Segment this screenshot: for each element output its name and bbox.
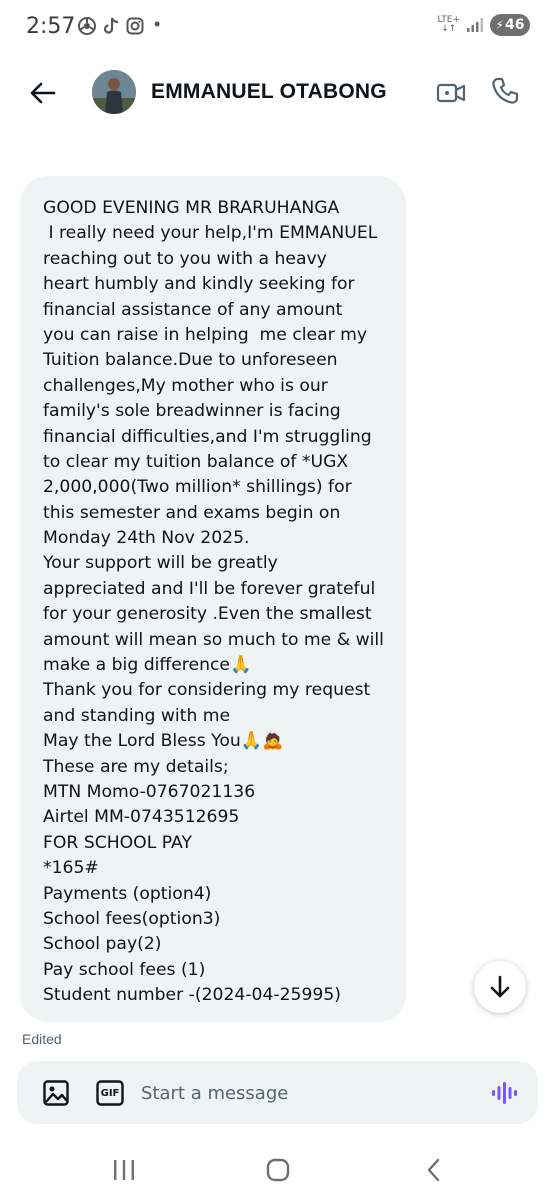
message-line: Airtel MM-0743512695 [43, 807, 240, 828]
status-system-icons: LTE+ ↓↑ ⚡ 46 [438, 14, 530, 36]
conversation-header: EMMANUEL OTABONG [0, 62, 554, 122]
network-type: LTE+ ↓↑ [438, 16, 461, 34]
message-line: amount will mean so much to me & will [43, 629, 384, 650]
message-line: Tuition balance.Due to unforeseen [43, 350, 338, 371]
video-call-icon[interactable] [436, 78, 466, 108]
message-bubble[interactable]: GOOD EVENING MR BRARUHANGA I really need… [20, 176, 406, 1022]
image-icon[interactable] [42, 1079, 70, 1107]
battery-charging-icon: ⚡ [495, 18, 504, 32]
instagram-icon [126, 17, 144, 35]
message-line: GOOD EVENING MR BRARUHANGA [43, 198, 340, 218]
message-line: Your support will be greatly [43, 553, 278, 574]
message-line: you can raise in helping me clear my [43, 324, 368, 345]
scroll-to-bottom-button[interactable] [474, 961, 526, 1013]
status-bar: 2:57 • LTE+ ↓↑ ⚡ 46 [0, 0, 554, 52]
message-line: Thank you for considering my request [43, 680, 371, 701]
system-navigation-bar [0, 1140, 554, 1200]
status-time: 2:57 [26, 14, 76, 39]
message-line: MTN Momo-0767021136 [43, 781, 256, 802]
message-line: School pay(2) [43, 934, 162, 955]
message-line: 2,000,000(Two million* shillings) for [43, 477, 352, 498]
message-line: make a big difference🙏 [43, 655, 252, 676]
back-arrow-icon[interactable] [26, 76, 60, 110]
message-line: this semester and exams begin on [43, 502, 341, 523]
message-line: Pay school fees (1) [43, 959, 206, 980]
message-line: Monday 24th Nov 2025. [43, 528, 250, 549]
home-icon[interactable] [264, 1156, 292, 1184]
message-composer: GIF [17, 1061, 538, 1124]
gif-label: GIF [100, 1087, 120, 1099]
message-line: financial difficulties,and I'm strugglin… [43, 426, 372, 447]
network-arrows: ↓↑ [441, 24, 457, 34]
battery-indicator: ⚡ 46 [490, 14, 530, 36]
message-line: financial assistance of any amount [43, 299, 343, 320]
phone-call-icon[interactable] [490, 76, 520, 106]
message-line: May the Lord Bless You🙏🙇 [43, 731, 284, 752]
message-line: to clear my tuition balance of *UGX [43, 451, 349, 472]
arrow-down-icon [490, 975, 510, 998]
message-line: These are my details; [43, 756, 229, 777]
message-line: School fees(option3) [43, 908, 221, 929]
message-input[interactable] [141, 1079, 471, 1107]
message-line: I really need your help,I'm EMMANUEL [43, 223, 378, 244]
chrome-icon [78, 17, 96, 35]
tiktok-icon [103, 17, 119, 34]
notification-dot: • [154, 14, 161, 34]
edited-label: Edited [22, 1031, 62, 1047]
recents-icon[interactable] [110, 1156, 138, 1184]
status-app-icons [78, 16, 144, 36]
signal-icon [467, 18, 483, 32]
message-line: reaching out to you with a heavy [43, 248, 327, 269]
message-line: appreciated and I'll be forever grateful [43, 578, 376, 599]
avatar[interactable] [92, 70, 136, 114]
battery-level: 46 [504, 17, 525, 33]
message-line: FOR SCHOOL PAY [43, 832, 192, 853]
avatar-image [92, 70, 136, 114]
voice-message-icon[interactable] [490, 1079, 518, 1107]
gif-button[interactable]: GIF [96, 1080, 124, 1106]
nav-back-icon[interactable] [420, 1156, 448, 1184]
message-line: challenges,My mother who is our [43, 375, 328, 396]
message-line: Payments (option4) [43, 883, 212, 904]
message-line: family's sole breadwinner is facing [43, 401, 341, 422]
message-line: *165# [43, 858, 99, 879]
contact-name[interactable]: EMMANUEL OTABONG [151, 80, 387, 104]
message-line: for your generosity .Even the smallest [43, 604, 372, 625]
message-line: Student number -(2024-04-25995) [43, 985, 341, 1006]
message-line: and standing with me [43, 705, 231, 726]
message-line: heart humbly and kindly seeking for [43, 274, 355, 295]
